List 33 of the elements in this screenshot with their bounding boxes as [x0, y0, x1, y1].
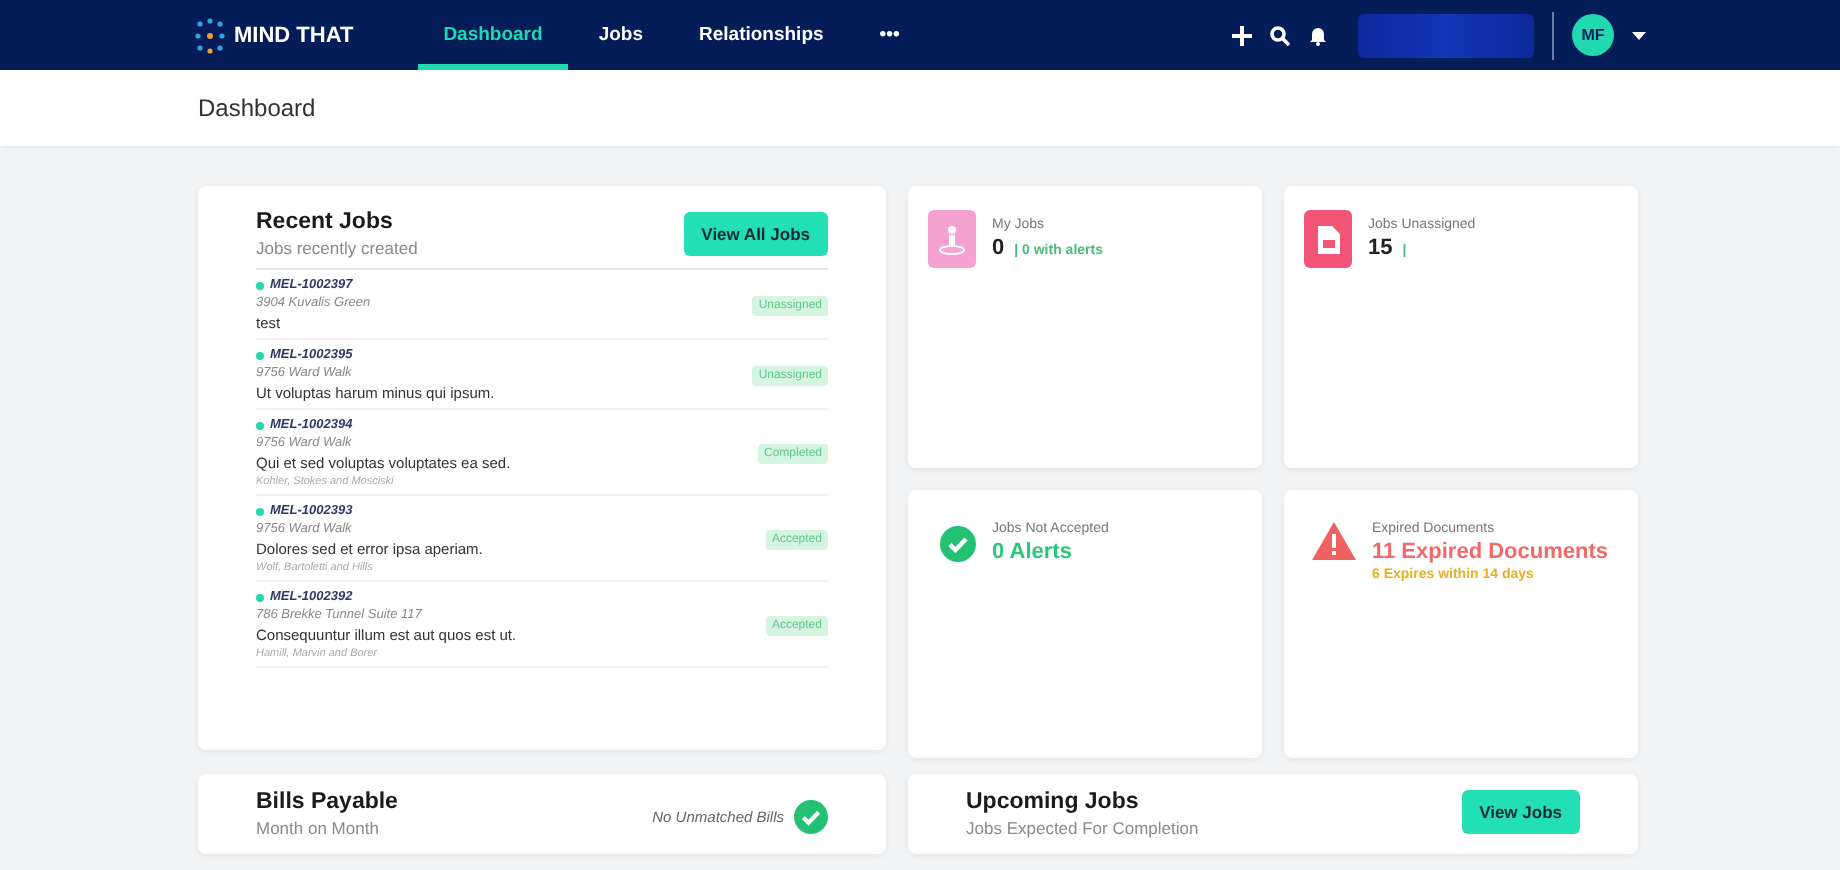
person-icon — [928, 210, 976, 268]
document-icon — [1304, 210, 1352, 268]
card-title: Upcoming Jobs — [966, 790, 1141, 814]
status-dot — [256, 507, 264, 515]
status-dot — [256, 281, 264, 289]
card-title: Recent Jobs — [256, 210, 395, 234]
page-title: Dashboard — [198, 94, 316, 122]
stat-value: 11 Expired Documents — [1372, 540, 1608, 564]
check-circle-icon — [794, 800, 828, 834]
caret-icon[interactable] — [1632, 31, 1646, 39]
status-dot — [256, 421, 264, 429]
view-all-jobs-button[interactable]: View All Jobs — [683, 212, 828, 256]
user-avatar[interactable]: MF — [1572, 14, 1614, 56]
plus-icon[interactable] — [1232, 25, 1252, 45]
logo-text: MIND THAT — [234, 23, 354, 47]
card-subtitle: Jobs recently created — [256, 238, 418, 258]
card-title: Bills Payable — [256, 790, 398, 814]
nav-tab[interactable]: Jobs — [572, 0, 669, 70]
stat-value: 0 — [992, 236, 1005, 260]
card-subtitle: Jobs Expected For Completion — [966, 818, 1199, 838]
check-circle-icon — [940, 526, 976, 562]
bell-icon[interactable] — [1308, 25, 1328, 45]
search-icon[interactable] — [1270, 25, 1290, 45]
nav-tab[interactable]: Relationships — [673, 0, 850, 70]
card-subtitle: Month on Month — [256, 818, 381, 838]
status-dot — [256, 351, 264, 359]
logo-icon — [194, 17, 226, 53]
stat-value: 15 — [1368, 236, 1393, 260]
warning-icon — [1312, 522, 1356, 560]
view-jobs-button[interactable]: View Jobs — [1461, 790, 1580, 834]
nav-tab[interactable]: ••• — [853, 0, 926, 70]
stat-value: 0 Alerts — [992, 540, 1072, 564]
status-dot — [256, 593, 264, 601]
